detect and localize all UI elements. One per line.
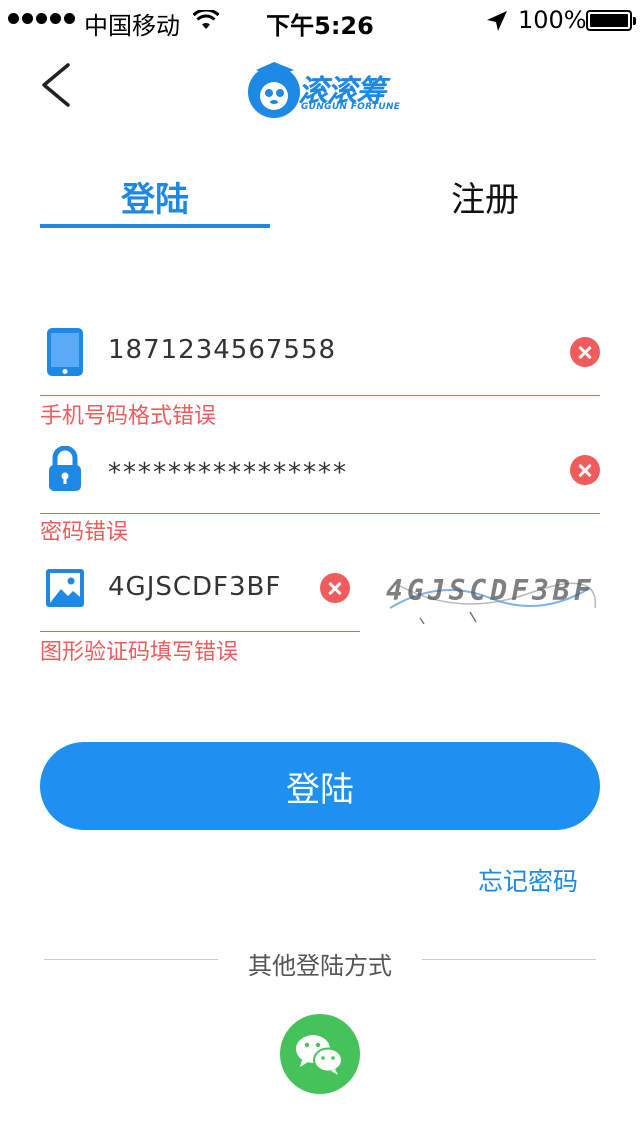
back-icon [42,63,70,107]
wechat-login-button[interactable] [280,1014,360,1094]
login-button[interactable]: 登陆 [40,742,600,830]
location-arrow-icon [487,11,507,31]
password-error: 密码错误 [40,520,129,545]
clear-phone-button[interactable] [570,337,600,367]
tab-login[interactable]: 登陆 [40,172,270,221]
tab-register[interactable]: 注册 [370,172,600,221]
clear-password-button[interactable] [570,455,600,485]
password-input[interactable]: **************** [108,458,348,488]
logo-text-en: GUNGUN FORTUNE [301,102,401,112]
captcha-input[interactable]: 4GJSCDF3BF [108,572,281,602]
captcha-underline [40,631,360,632]
wechat-icon [296,1035,343,1075]
captcha-error: 图形验证码填写错误 [40,640,239,665]
phone-underline [40,395,600,396]
phone-error: 手机号码格式错误 [40,404,217,429]
divider-right [422,959,596,960]
mascot-logo-icon [248,62,300,118]
back-button[interactable] [32,60,80,110]
phone-input[interactable]: 1871234567558 [108,335,336,365]
clear-captcha-button[interactable] [320,573,350,603]
forgot-password-link[interactable]: 忘记密码 [478,862,578,898]
divider-left [44,959,218,960]
active-tab-indicator [40,224,270,228]
phone-icon [47,328,83,376]
lock-icon [49,446,81,491]
other-login-label: 其他登陆方式 [248,952,392,980]
status-bar: 中国移动 下午5:26 100% [0,0,640,40]
image-icon [46,569,84,607]
captcha-image[interactable]: 4GJSCDF3BF [380,568,596,624]
app-logo: 滚滚筹 GUNGUN FORTUNE [246,56,401,122]
battery-icon [586,10,636,31]
captcha-text: 4GJSCDF3BF [386,574,595,607]
battery-percent: 100% [518,6,587,34]
